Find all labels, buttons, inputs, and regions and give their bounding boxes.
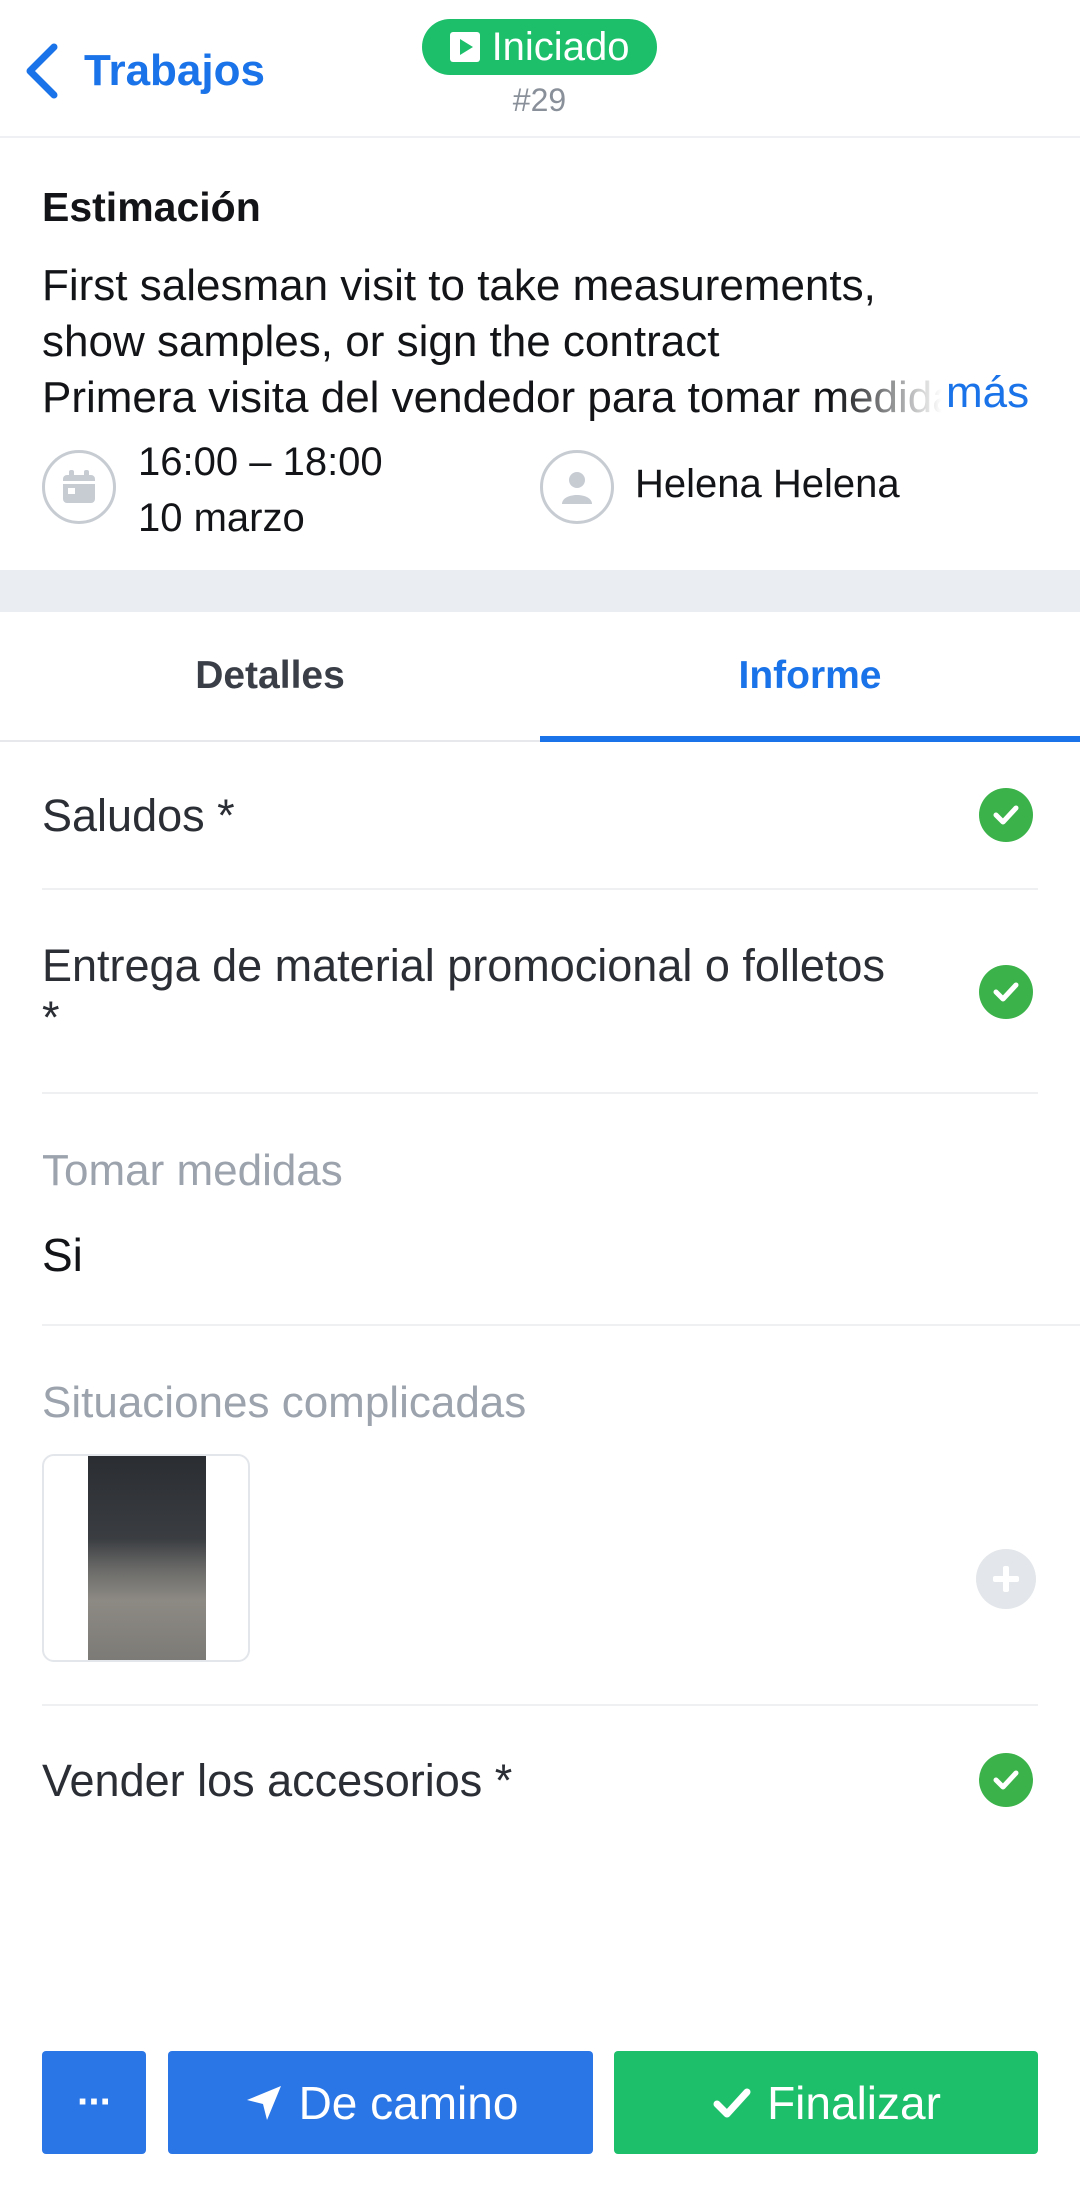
- more-link[interactable]: más: [946, 368, 1029, 418]
- date: 10 marzo: [138, 496, 305, 540]
- tab-bar: Detalles Informe: [0, 612, 1080, 742]
- measurements-label: Tomar medidas: [42, 1146, 343, 1195]
- promo-label-line: *: [42, 992, 60, 1043]
- photo-thumbnail[interactable]: [42, 1454, 250, 1662]
- measurements-value[interactable]: Si: [42, 1228, 83, 1282]
- navigation-arrow-icon: [246, 2085, 281, 2120]
- tab-report[interactable]: Informe: [540, 612, 1080, 742]
- description-line: Primera visita del vendedor para tomar m…: [42, 373, 942, 422]
- promo-label-line: Entrega de material promocional o follet…: [42, 940, 885, 991]
- photo-image: [88, 1456, 206, 1660]
- assignee-name: Helena Helena: [635, 462, 900, 506]
- back-button[interactable]: Trabajos: [22, 38, 265, 104]
- check-icon: [979, 788, 1033, 842]
- section-divider: [0, 570, 1080, 612]
- more-actions-label: ···: [77, 2080, 113, 2124]
- promo-material-label: Entrega de material promocional o follet…: [42, 940, 885, 1044]
- status-badge: Iniciado: [422, 19, 657, 75]
- description-line: show samples, or sign the contract: [42, 317, 720, 366]
- row-divider: [42, 1324, 1080, 1326]
- check-icon: [979, 1753, 1033, 1807]
- chevron-left-icon: [26, 43, 58, 99]
- status-label: Iniciado: [491, 24, 630, 69]
- section-title: Estimación: [42, 184, 261, 230]
- add-photo-button[interactable]: [976, 1549, 1036, 1609]
- time-range: 16:00 – 18:00: [138, 440, 383, 484]
- play-icon: [449, 32, 480, 62]
- row-divider: [42, 1704, 1038, 1706]
- job-description: First salesman visit to take measurement…: [42, 258, 942, 426]
- row-divider: [42, 1092, 1038, 1094]
- job-number: #29: [512, 82, 567, 118]
- row-divider: [42, 888, 1038, 890]
- plus-icon: [993, 1566, 1019, 1592]
- check-icon: [979, 965, 1033, 1019]
- on-the-way-button[interactable]: De camino: [168, 2051, 593, 2154]
- finish-label: Finalizar: [767, 2076, 941, 2129]
- on-the-way-label: De camino: [298, 2076, 519, 2129]
- calendar-icon: [42, 450, 116, 524]
- tab-details[interactable]: Detalles: [0, 612, 540, 740]
- finish-button[interactable]: Finalizar: [614, 2051, 1038, 2154]
- check-icon: [713, 2088, 751, 2117]
- complications-label: Situaciones complicadas: [42, 1378, 527, 1427]
- greetings-label: Saludos *: [42, 790, 235, 841]
- accessories-label: Vender los accesorios *: [42, 1755, 513, 1806]
- schedule: 16:00 – 18:00 10 marzo: [138, 434, 383, 546]
- back-label: Trabajos: [84, 46, 265, 95]
- more-actions-button[interactable]: ···: [42, 2051, 146, 2154]
- user-icon: [540, 450, 614, 524]
- top-bar: Trabajos Iniciado #29: [0, 0, 1080, 138]
- description-line: First salesman visit to take measurement…: [42, 261, 876, 310]
